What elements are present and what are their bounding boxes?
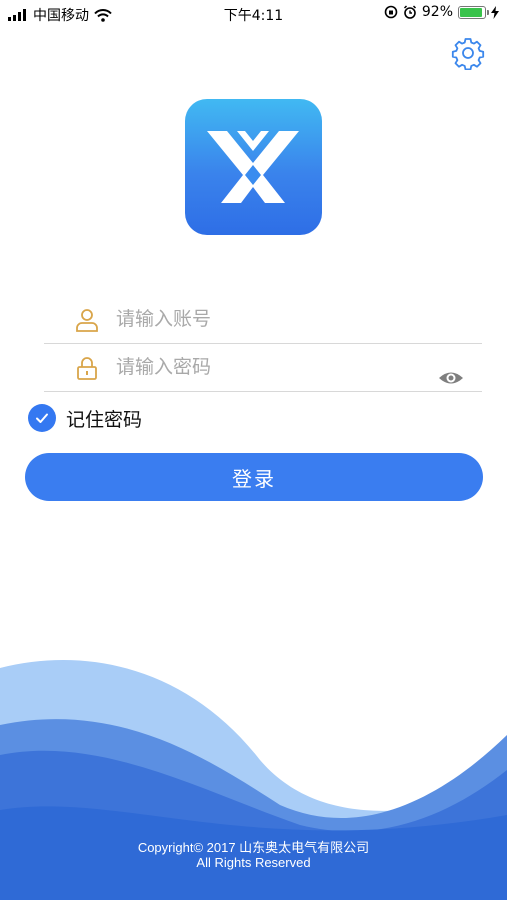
status-right: 92% [384, 4, 499, 20]
checkmark-icon [36, 413, 48, 423]
remember-password-toggle[interactable]: 记住密码 [28, 404, 142, 432]
battery-icon [458, 5, 489, 19]
alarm-icon [403, 5, 416, 19]
account-input[interactable] [116, 305, 416, 333]
charging-bolt-icon [491, 5, 499, 19]
eye-icon[interactable] [438, 367, 464, 389]
lock-icon [77, 357, 97, 380]
account-field-row [44, 295, 482, 344]
rights-line: All Rights Reserved [196, 855, 311, 870]
remember-password-label: 记住密码 [66, 408, 143, 431]
logo-mark-icon [207, 131, 299, 203]
password-input[interactable] [116, 353, 416, 381]
password-field-row [44, 343, 482, 392]
copyright-line: Copyright© 2017 山东奥太电气有限公司 [137, 840, 370, 855]
status-bar: 中国移动 下午4:11 92% [0, 0, 507, 28]
user-icon [76, 309, 98, 332]
battery-level [460, 7, 483, 17]
battery-percent: 92% [421, 4, 453, 20]
app-logo [185, 99, 322, 235]
checkbox-checked[interactable] [28, 404, 56, 432]
gear-icon[interactable] [451, 36, 485, 70]
login-button[interactable]: 登录 [25, 453, 483, 501]
orientation-lock-icon [384, 5, 398, 19]
copyright-footer: Copyright© 2017 山东奥太电气有限公司 All Rights Re… [0, 840, 507, 870]
